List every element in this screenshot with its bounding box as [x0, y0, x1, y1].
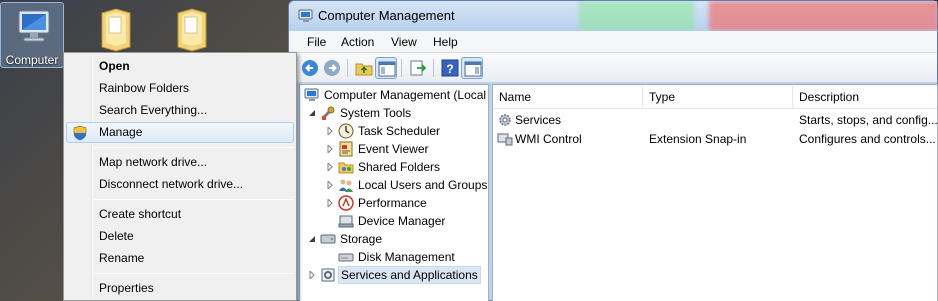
shared-folder-icon: [338, 162, 354, 174]
menu-view[interactable]: View: [389, 34, 419, 50]
menu-item-map-network-drive[interactable]: Map network drive...: [66, 152, 294, 173]
column-header-type[interactable]: Type: [643, 85, 793, 109]
tree-item-label: Shared Folders: [358, 160, 441, 174]
tree-item-label: Computer Management (Local: [324, 88, 487, 102]
export-list-icon: [410, 60, 427, 76]
up-one-level-button[interactable]: [353, 57, 375, 79]
services-apps-icon: [321, 268, 335, 282]
window-title: Computer Management: [318, 8, 455, 23]
event-viewer-icon: [339, 141, 353, 157]
tree-item-label: Local Users and Groups: [358, 178, 488, 192]
up-folder-icon: [355, 63, 373, 76]
list-row-wmi-control[interactable]: WMI Control Extension Snap-in Configures…: [493, 130, 937, 149]
menu-item-disconnect-network-drive[interactable]: Disconnect network drive...: [66, 174, 294, 195]
tools-icon: [321, 106, 335, 120]
toolbar-separator: [401, 59, 402, 77]
tree-item-label: Device Manager: [358, 214, 446, 228]
computer-management-window: Computer Management File Action View Hel…: [288, 0, 938, 301]
cell-name: Services: [497, 111, 641, 130]
menu-action[interactable]: Action: [339, 34, 376, 50]
performance-icon: [338, 195, 354, 211]
collapse-arrow-icon[interactable]: [308, 109, 316, 117]
tree-item-label: Task Scheduler: [358, 124, 441, 138]
column-header-description[interactable]: Description: [793, 85, 937, 109]
computer-management-icon: [304, 88, 319, 101]
menu-separator: [94, 273, 294, 274]
row-name: Services: [515, 113, 562, 127]
show-hide-console-tree-button[interactable]: [375, 57, 397, 79]
menu-item-delete[interactable]: Delete: [66, 226, 294, 247]
list-row-services[interactable]: Services Starts, stops, and config...: [493, 111, 938, 130]
column-header-name[interactable]: Name: [493, 85, 643, 109]
show-hide-action-pane-icon: [464, 61, 482, 77]
menu-help[interactable]: Help: [431, 34, 460, 50]
show-hide-action-pane-button[interactable]: [461, 57, 483, 79]
help-icon: ?: [441, 59, 459, 77]
forward-arrow-icon: [324, 60, 340, 76]
expand-arrow-icon[interactable]: [326, 181, 334, 189]
menu-bar: File Action View Help: [289, 31, 937, 53]
menu-item-search-everything[interactable]: Search Everything...: [66, 100, 294, 121]
storage-icon: [320, 234, 336, 244]
help-button[interactable]: ?: [439, 57, 461, 79]
expand-arrow-icon[interactable]: [308, 271, 316, 279]
tree-item-label: Services and Applications: [338, 266, 481, 284]
menu-separator: [94, 199, 294, 200]
computer-icon: [18, 10, 50, 42]
folder-icon: [177, 8, 207, 52]
users-icon: [339, 179, 353, 192]
clock-icon: [338, 123, 354, 139]
background-blur: [709, 1, 937, 31]
tree-item-label: Event Viewer: [358, 142, 429, 156]
row-name: WMI Control: [515, 132, 582, 146]
device-manager-icon: [338, 215, 354, 228]
menu-separator: [94, 147, 294, 148]
console-tree[interactable]: Computer Management (Local System Tools …: [299, 84, 489, 301]
collapse-arrow-icon[interactable]: [308, 235, 316, 243]
menu-item-create-shortcut[interactable]: Create shortcut: [66, 204, 294, 225]
cell-type: Extension Snap-in: [649, 132, 747, 146]
background-blur: [579, 1, 694, 31]
toolbar-separator: [433, 59, 434, 77]
expand-arrow-icon[interactable]: [326, 163, 334, 171]
menu-file[interactable]: File: [305, 34, 328, 50]
tree-item-label: System Tools: [340, 106, 412, 120]
folder-icon: [101, 8, 131, 52]
cell-name: WMI Control: [497, 130, 641, 149]
expand-arrow-icon[interactable]: [326, 145, 334, 153]
forward-button[interactable]: [321, 57, 343, 79]
expand-arrow-icon[interactable]: [326, 127, 334, 135]
menu-item-manage[interactable]: Manage: [66, 122, 294, 143]
gear-icon: [499, 114, 511, 126]
computer-management-icon: [298, 9, 313, 22]
disk-icon: [338, 253, 354, 262]
computer-icon-label: Computer: [5, 53, 59, 67]
list-header: Name Type Description: [493, 85, 937, 109]
shield-icon: [73, 125, 87, 141]
toolbar-separator: [347, 59, 348, 77]
svg-text:?: ?: [446, 62, 453, 76]
tree-item-label: Storage: [340, 232, 383, 246]
menu-item-rename[interactable]: Rename: [66, 248, 294, 269]
window-titlebar[interactable]: Computer Management: [289, 1, 937, 31]
cell-description: Starts, stops, and config...: [799, 113, 938, 127]
details-list[interactable]: Name Type Description Services Starts, s…: [492, 84, 938, 301]
export-list-button[interactable]: [407, 57, 429, 79]
wmi-icon: [497, 133, 513, 146]
toolbar: ?: [289, 53, 937, 83]
show-hide-tree-icon: [378, 61, 396, 77]
cell-description: Configures and controls...: [799, 132, 936, 146]
tree-item-label: Performance: [358, 196, 427, 210]
back-button[interactable]: [299, 57, 321, 79]
tree-item-label: Disk Management: [358, 250, 455, 264]
back-arrow-icon: [302, 60, 318, 76]
menu-item-label: Manage: [99, 125, 143, 139]
menu-item-rainbow-folders[interactable]: Rainbow Folders: [66, 78, 294, 99]
computer-desktop-icon[interactable]: Computer: [0, 2, 64, 68]
menu-item-open[interactable]: Open: [66, 56, 294, 77]
expand-arrow-icon[interactable]: [326, 199, 334, 207]
context-menu: Open Rainbow Folders Search Everything..…: [63, 52, 297, 301]
menu-item-properties[interactable]: Properties: [66, 278, 294, 299]
